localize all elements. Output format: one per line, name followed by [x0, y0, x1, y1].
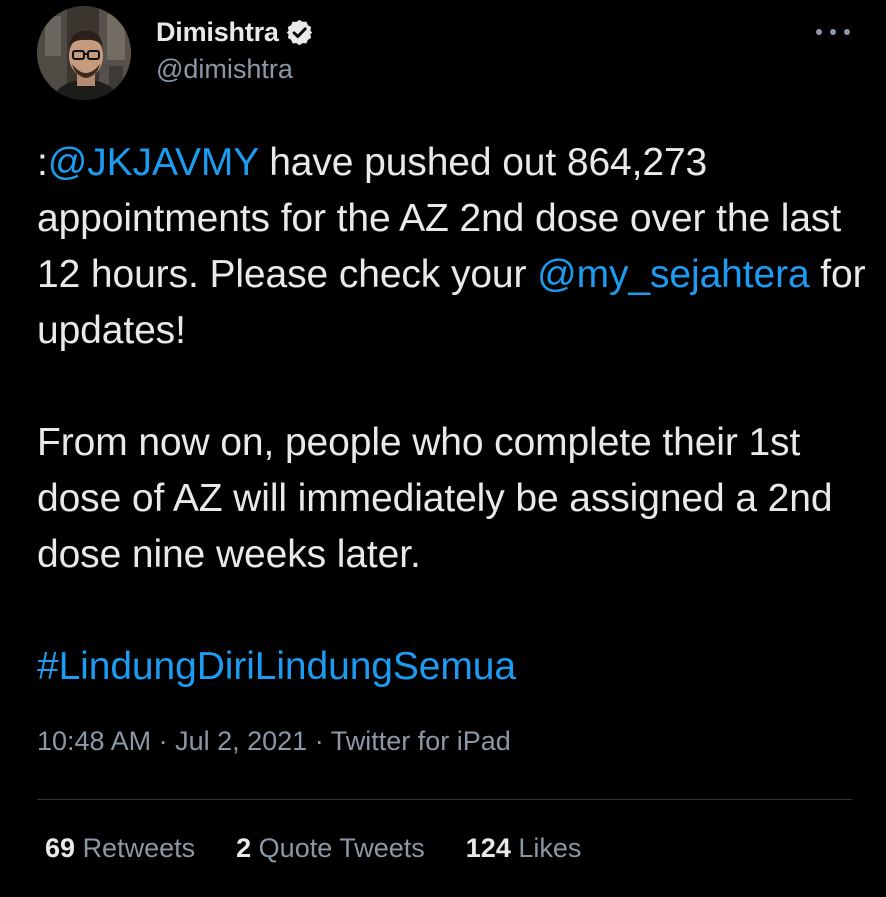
tweet-meta: 10:48 AM · Jul 2, 2021 · Twitter for iPa… — [37, 726, 511, 757]
likes-label: Likes — [518, 833, 582, 863]
more-dot — [844, 29, 850, 35]
tweet-time[interactable]: 10:48 AM — [37, 726, 151, 756]
likes-count: 124 — [465, 833, 511, 863]
author-display-name[interactable]: Dimishtra — [156, 17, 279, 48]
avatar-image — [37, 6, 131, 100]
more-options-icon[interactable] — [816, 22, 850, 42]
tweet-text-prefix: : — [37, 141, 48, 184]
more-dot — [816, 29, 822, 35]
author-handle[interactable]: @dimishtra — [156, 54, 293, 85]
quote-tweets-count: 2 — [236, 833, 252, 863]
tweet-paragraph-2: From now on, people who complete their 1… — [37, 421, 833, 576]
tweet-date[interactable]: Jul 2, 2021 — [175, 726, 307, 756]
avatar[interactable] — [37, 6, 131, 100]
mention-link-jkjavmy[interactable]: @JKJAVMY — [48, 141, 259, 184]
retweets-label: Retweets — [82, 833, 196, 863]
verified-badge-icon — [285, 18, 314, 47]
meta-separator: · — [151, 726, 176, 756]
author-name-row: Dimishtra — [156, 14, 314, 50]
tweet-paragraph-3: #LindungDiriLindungSemua — [37, 639, 867, 695]
tweet-text: :@JKJAVMY have pushed out 864,273 appoin… — [37, 135, 867, 695]
tweet-source[interactable]: Twitter for iPad — [331, 726, 511, 756]
divider — [37, 799, 852, 800]
quote-tweets-label: Quote Tweets — [258, 833, 425, 863]
retweets-stat[interactable]: 69 Retweets — [45, 833, 195, 864]
likes-stat[interactable]: 124 Likes — [466, 833, 582, 864]
engagement-stats: 69 Retweets 2 Quote Tweets 124 Likes — [45, 833, 622, 864]
tweet: Dimishtra @dimishtra :@JKJAVMY have push… — [0, 0, 886, 897]
more-dot — [830, 29, 836, 35]
quote-tweets-stat[interactable]: 2 Quote Tweets — [236, 833, 425, 864]
hashtag-link[interactable]: #LindungDiriLindungSemua — [37, 645, 516, 688]
tweet-paragraph-1: :@JKJAVMY have pushed out 864,273 appoin… — [37, 135, 867, 359]
retweets-count: 69 — [45, 833, 76, 863]
mention-link-my-sejahtera[interactable]: @my_sejahtera — [537, 253, 810, 296]
meta-separator: · — [307, 726, 331, 756]
